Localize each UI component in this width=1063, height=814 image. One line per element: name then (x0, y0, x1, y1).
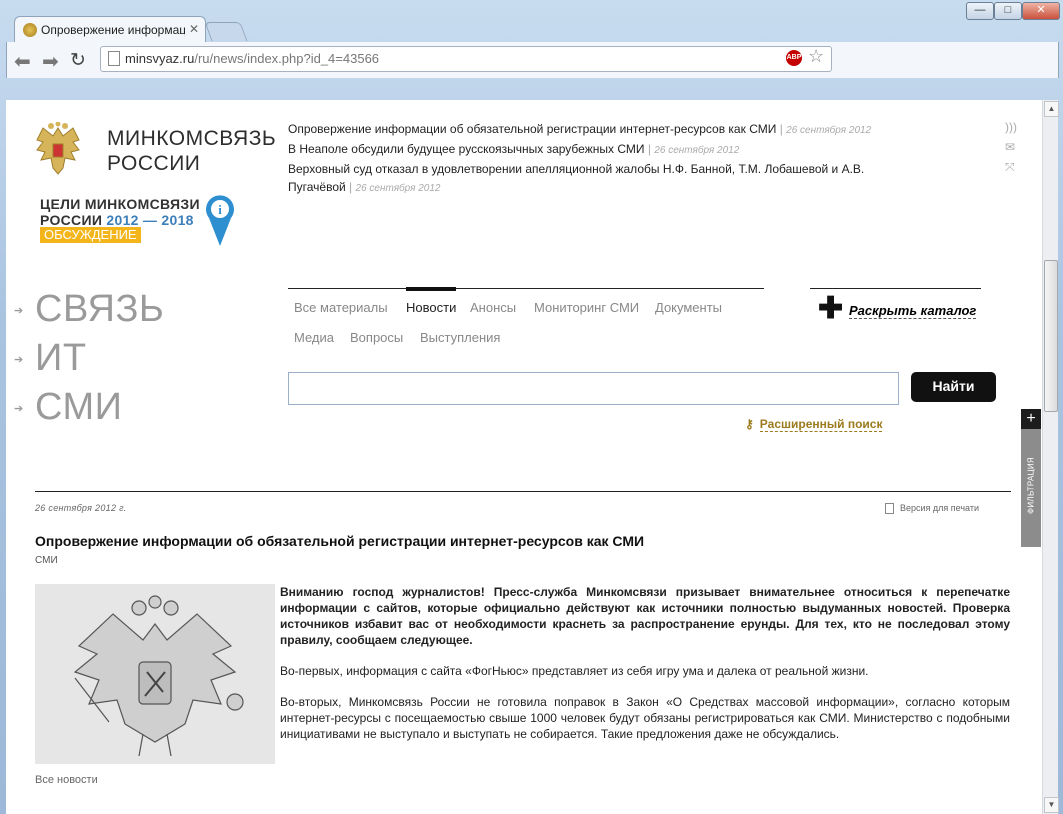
filter-plus-icon[interactable]: + (1021, 409, 1041, 429)
vertical-scrollbar[interactable]: ▲ ▼ (1042, 100, 1059, 814)
article-divider (35, 491, 1011, 492)
article-paragraph: Во-вторых, Минкомсвязь России не готовил… (280, 695, 1010, 741)
print-version-link[interactable]: Версия для печати (885, 503, 979, 515)
headline-item[interactable]: Верховный суд отказал в удовлетворении а… (288, 160, 878, 198)
tabs-divider (288, 288, 764, 289)
headline-link[interactable]: В Неаполе обсудили будущее русскоязычных… (288, 142, 644, 156)
arrow-right-icon: ➔ (14, 305, 24, 317)
print-version-label[interactable]: Версия для печати (900, 503, 979, 513)
active-tab-indicator (406, 287, 456, 291)
key-icon: ⚷ (745, 417, 754, 431)
ministry-line-1: МИНКОМСВЯЗЬ (107, 127, 277, 150)
close-window-button[interactable]: ✕ (1022, 2, 1060, 20)
headline-item[interactable]: В Неаполе обсудили будущее русскоязычных… (288, 140, 888, 160)
article-category[interactable]: СМИ (35, 555, 58, 566)
scroll-up-icon[interactable]: ▲ (1044, 101, 1059, 117)
headline-list: Опровержение информации об обязательной … (288, 120, 888, 198)
arrow-right-icon: ➔ (14, 403, 24, 415)
print-icon (885, 503, 894, 515)
arrow-right-icon: ➔ (14, 354, 24, 366)
article-body: Вниманию господ журналистов! Пресс-служб… (280, 584, 1010, 757)
article-lead-paragraph: Вниманию господ журналистов! Пресс-служб… (280, 585, 1010, 647)
tab-news[interactable]: Новости (406, 300, 456, 315)
headline-date: 26 сентября 2012 (355, 183, 441, 194)
tab-close-icon[interactable]: ✕ (189, 22, 199, 36)
plus-icon: ✚ (818, 292, 844, 325)
tab-media-monitoring[interactable]: Мониторинг СМИ (534, 300, 639, 315)
tab-announcements[interactable]: Анонсы (470, 300, 516, 315)
expand-catalog-button[interactable]: ✚ Раскрыть каталог (818, 294, 977, 324)
expand-catalog-label[interactable]: Раскрыть каталог (849, 303, 977, 319)
goals-banner[interactable]: ЦЕЛИ МИНКОМСВЯЗИ РОССИИ 2012 — 2018 (40, 196, 200, 228)
maximize-button[interactable]: □ (994, 2, 1022, 20)
headline-date: 26 сентября 2012 (786, 125, 872, 136)
scroll-down-icon[interactable]: ▼ (1044, 797, 1059, 813)
article-paragraph: Во-первых, информация с сайта «ФогНьюс» … (280, 664, 869, 678)
rss-icon[interactable]: ))) (1005, 120, 1017, 134)
headline-date: 26 сентября 2012 (654, 145, 740, 156)
section-label[interactable]: ИТ (35, 337, 87, 380)
info-pin-icon[interactable]: i (205, 194, 235, 246)
coat-of-arms-logo[interactable] (33, 122, 83, 178)
section-label[interactable]: СВЯЗЬ (35, 288, 164, 331)
url-domain: minsvyaz.ru (125, 51, 195, 66)
search-button[interactable]: Найти (911, 372, 996, 402)
advanced-search-label[interactable]: Расширенный поиск (759, 417, 883, 432)
favicon-icon (23, 23, 37, 37)
bookmark-star-icon[interactable]: ☆ (808, 46, 824, 67)
expand-icon[interactable]: ⤧ (1005, 160, 1015, 175)
catalog-divider (810, 288, 981, 289)
goals-years: 2012 — 2018 (106, 212, 194, 228)
back-icon[interactable]: ⬅ (14, 49, 31, 74)
info-pin-letter: i (218, 202, 222, 217)
article-date: 26 сентября 2012 г. (35, 503, 127, 513)
ministry-logo-text[interactable]: МИНКОМСВЯЗЬ РОССИИ (107, 126, 276, 176)
filter-panel-toggle[interactable]: + ФИЛЬТРАЦИЯ (1021, 409, 1041, 547)
new-tab-button[interactable] (204, 22, 248, 41)
eagle-emblem-image (73, 595, 244, 757)
search-input[interactable] (288, 372, 899, 405)
scroll-thumb[interactable] (1044, 260, 1058, 412)
page-icon (108, 51, 120, 66)
tab-media[interactable]: Медиа (294, 330, 334, 345)
filter-label: ФИЛЬТРАЦИЯ (1026, 457, 1036, 514)
article-image (35, 584, 275, 764)
mail-icon[interactable]: ✉ (1005, 140, 1015, 154)
tab-documents[interactable]: Документы (655, 300, 722, 315)
minimize-button[interactable]: — (966, 2, 994, 20)
headline-link[interactable]: Опровержение информации об обязательной … (288, 122, 776, 136)
tab-all-materials[interactable]: Все материалы (294, 300, 388, 315)
all-news-link[interactable]: Все новости (35, 774, 98, 786)
tab-title: Опровержение информации (41, 23, 185, 37)
tab-speeches[interactable]: Выступления (420, 330, 500, 345)
address-bar[interactable]: minsvyaz.ru/ru/news/index.php?id_4=43566 (100, 46, 832, 72)
ministry-line-2: РОССИИ (107, 152, 201, 175)
reload-icon[interactable]: ↻ (70, 49, 86, 72)
forward-icon[interactable]: ➡ (42, 49, 59, 74)
tab-questions[interactable]: Вопросы (350, 330, 403, 345)
goals-line-2: РОССИИ (40, 212, 107, 228)
section-label[interactable]: СМИ (35, 386, 122, 429)
article-title: Опровержение информации об обязательной … (35, 533, 645, 549)
url-path: /ru/news/index.php?id_4=43566 (194, 51, 380, 66)
goals-discuss-badge[interactable]: ОБСУЖДЕНИЕ (40, 227, 141, 243)
browser-tab[interactable]: Опровержение информации ✕ (14, 16, 206, 43)
adblock-icon[interactable]: ABP (786, 50, 802, 66)
advanced-search-link[interactable]: ⚷ Расширенный поиск (745, 417, 883, 432)
headline-item[interactable]: Опровержение информации об обязательной … (288, 120, 888, 140)
goals-line-1: ЦЕЛИ МИНКОМСВЯЗИ (40, 196, 200, 212)
